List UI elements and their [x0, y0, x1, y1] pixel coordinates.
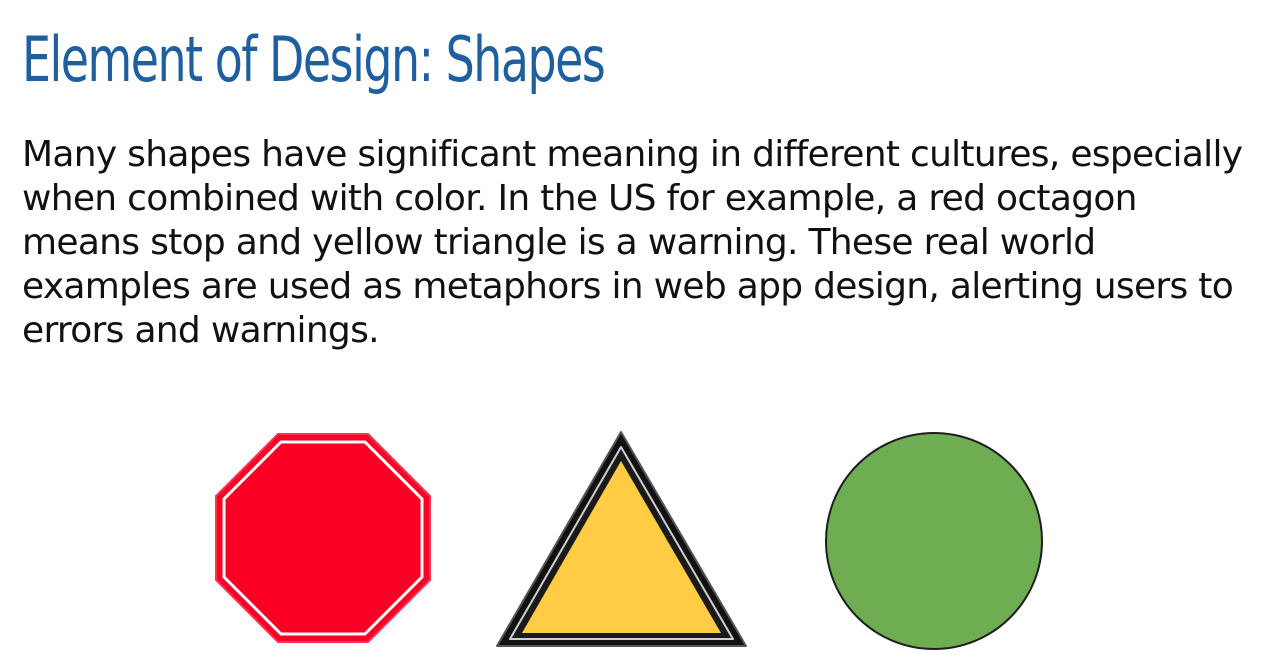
- octagon-white-border: [222, 440, 424, 636]
- slide: Element of Design: Shapes Many shapes ha…: [0, 0, 1263, 669]
- octagon-outer: [215, 433, 431, 643]
- green-circle: [825, 432, 1043, 650]
- red-octagon-stop-sign: [215, 433, 431, 643]
- yellow-warning-triangle: [496, 431, 747, 647]
- slide-title: Element of Design: Shapes: [22, 23, 606, 96]
- triangle-inner-border: [509, 446, 734, 640]
- circle-fill: [825, 432, 1043, 650]
- triangle-fill: [522, 461, 721, 633]
- slide-body-text: Many shapes have significant meaning in …: [22, 134, 1243, 351]
- triangle-outer-border: [496, 431, 747, 647]
